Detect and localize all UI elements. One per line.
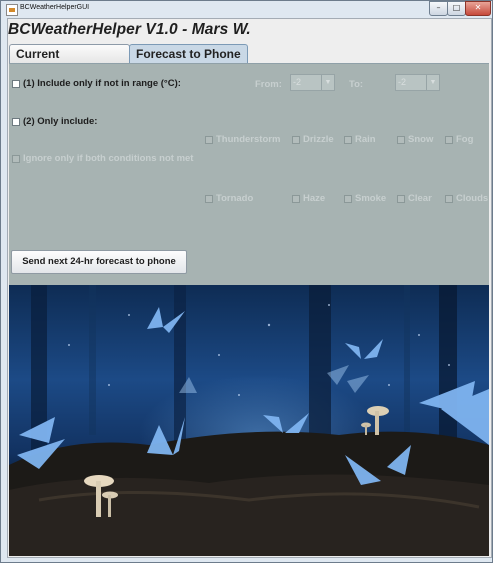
chevron-down-icon: ▼ <box>321 75 334 90</box>
condition-label-drizzle: Drizzle <box>303 134 334 145</box>
window-titlebar[interactable]: BCWeatherHelperGUI – □ ✕ <box>1 1 492 17</box>
condition-checkbox-haze[interactable] <box>292 195 300 203</box>
condition-label-smoke: Smoke <box>355 193 387 204</box>
option2-label: (2) Only include: <box>23 116 98 127</box>
tab-forecast-to-phone[interactable]: Forecast to Phone <box>129 44 248 63</box>
window-title: BCWeatherHelperGUI <box>20 4 90 11</box>
condition-checkbox-thunderstorm[interactable] <box>205 136 213 144</box>
butterfly-forest-illustration <box>9 285 489 556</box>
tab-current-conditions[interactable]: Current Conditions <box>9 44 130 80</box>
send-forecast-button[interactable]: Send next 24-hr forecast to phone <box>11 250 187 274</box>
condition-checkbox-fog[interactable] <box>445 136 453 144</box>
condition-label-snow: Snow <box>408 134 434 145</box>
condition-checkbox-rain[interactable] <box>344 136 352 144</box>
from-select[interactable]: -2 ▼ <box>290 74 335 91</box>
butterfly-forest-image <box>9 285 489 556</box>
condition-label-clear: Clear <box>408 193 432 204</box>
condition-label-tornado: Tornado <box>216 193 254 204</box>
minimize-button[interactable]: – <box>429 1 448 16</box>
condition-checkbox-drizzle[interactable] <box>292 136 300 144</box>
chevron-down-icon: ▼ <box>426 75 439 90</box>
from-select-value: -2 <box>293 77 302 87</box>
app-heading: BCWeatherHelper V1.0 - Mars W. <box>8 21 251 38</box>
condition-label-rain: Rain <box>355 134 376 145</box>
close-button[interactable]: ✕ <box>465 1 491 16</box>
condition-checkbox-clouds[interactable] <box>445 195 453 203</box>
ignore-label: Ignore only if both conditions not met <box>23 153 194 164</box>
ignore-checkbox[interactable] <box>12 155 20 163</box>
from-label: From: <box>255 79 282 90</box>
app-icon <box>6 4 18 16</box>
to-select-value: -2 <box>398 77 407 87</box>
condition-checkbox-clear[interactable] <box>397 195 405 203</box>
option2-checkbox[interactable] <box>12 118 20 126</box>
option1-label: (1) Include only if not in range (°C): <box>23 78 181 89</box>
condition-label-thunderstorm: Thunderstorm <box>216 134 281 145</box>
to-select[interactable]: -2 ▼ <box>395 74 440 91</box>
condition-label-fog: Fog <box>456 134 474 145</box>
to-label: To: <box>349 79 364 90</box>
app-content: BCWeatherHelper V1.0 - Mars W. Current C… <box>7 18 492 558</box>
condition-checkbox-tornado[interactable] <box>205 195 213 203</box>
condition-checkbox-snow[interactable] <box>397 136 405 144</box>
condition-checkbox-smoke[interactable] <box>344 195 352 203</box>
condition-label-clouds: Clouds <box>456 193 489 204</box>
condition-label-haze: Haze <box>303 193 326 204</box>
maximize-button[interactable]: □ <box>447 1 466 16</box>
forecast-panel: (1) Include only if not in range (°C): F… <box>9 63 489 556</box>
app-window: BCWeatherHelperGUI – □ ✕ BCWeatherHelper… <box>0 0 493 563</box>
option1-checkbox[interactable] <box>12 80 20 88</box>
